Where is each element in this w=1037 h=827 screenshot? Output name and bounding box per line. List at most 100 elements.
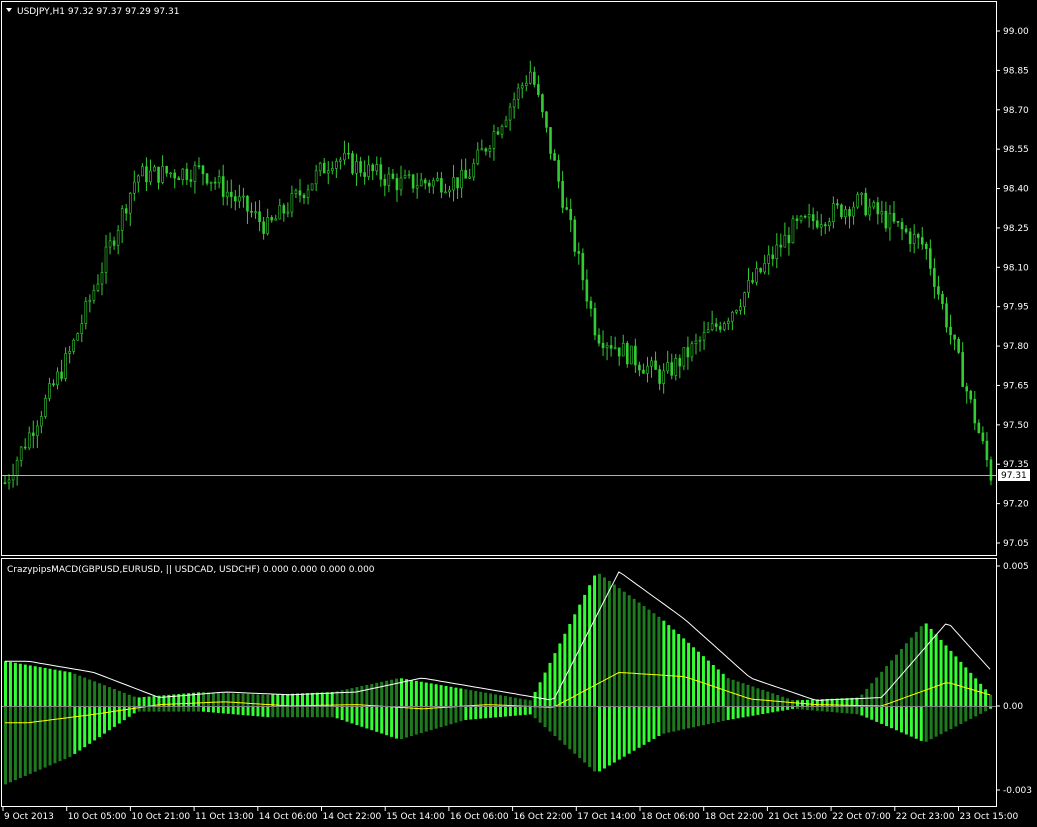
histogram-bar-negative xyxy=(593,706,597,772)
histogram-bar-positive xyxy=(23,664,27,706)
histogram-bar-negative xyxy=(429,706,433,731)
histogram-bar-negative xyxy=(103,706,106,734)
histogram-bar-positive xyxy=(33,666,37,706)
histogram-bar-negative xyxy=(642,706,646,745)
histogram-bar-positive xyxy=(226,693,230,706)
histogram-bar-positive xyxy=(291,693,295,706)
histogram-bar-negative xyxy=(647,706,651,742)
price-tick-label: 97.80 xyxy=(1003,342,1029,352)
histogram-bar-negative xyxy=(731,706,735,720)
histogram-bar-positive xyxy=(885,666,889,706)
histogram-bar-negative xyxy=(370,706,374,731)
histogram-bar-negative xyxy=(726,706,730,720)
histogram-bar-negative xyxy=(4,706,7,785)
histogram-bar-positive xyxy=(414,680,418,706)
histogram-bar-negative xyxy=(568,706,572,750)
time-tick-label: 10 Oct 21:00 xyxy=(131,812,190,822)
histogram-bar-positive xyxy=(142,696,146,706)
candle xyxy=(957,336,960,355)
histogram-bar-negative xyxy=(484,706,488,719)
histogram-bar-positive xyxy=(974,678,978,706)
histogram-bar-positive xyxy=(607,580,611,706)
histogram-bar-negative xyxy=(469,706,473,720)
histogram-bar-negative xyxy=(716,706,720,723)
histogram-bar-positive xyxy=(48,668,52,706)
histogram-bar-positive xyxy=(741,683,745,706)
histogram-bar-negative xyxy=(434,706,438,729)
candle xyxy=(351,150,354,176)
histogram-bar-positive xyxy=(865,688,869,706)
histogram-bar-positive xyxy=(523,699,527,706)
histogram-bar-positive xyxy=(127,694,131,706)
histogram-bar-positive xyxy=(518,698,522,706)
histogram-bar-positive xyxy=(934,634,938,706)
histogram-bar-positive xyxy=(706,660,710,706)
histogram-bar-positive xyxy=(325,692,329,706)
histogram-bar-negative xyxy=(706,706,710,725)
histogram-bar-positive xyxy=(543,672,547,706)
histogram-bar-positive xyxy=(83,677,87,706)
histogram-bar-positive xyxy=(984,689,988,706)
histogram-bar-positive xyxy=(805,699,809,706)
histogram-bar-positive xyxy=(528,700,532,706)
time-tick-label: 22 Oct 23:00 xyxy=(896,812,955,822)
histogram-bar-negative xyxy=(875,706,879,722)
histogram-bar-negative xyxy=(682,706,686,730)
histogram-bar-negative xyxy=(865,706,869,718)
histogram-bar-positive xyxy=(533,691,537,706)
histogram-bar-positive xyxy=(206,692,210,706)
histogram-bar-negative xyxy=(8,706,12,783)
histogram-bar-positive xyxy=(8,662,12,706)
histogram-bar-negative xyxy=(13,706,17,781)
histogram-bar-negative xyxy=(721,706,725,721)
histogram-bar-negative xyxy=(400,706,403,740)
histogram-bar-positive xyxy=(404,679,408,706)
histogram-bar-negative xyxy=(340,706,344,721)
histogram-bar-positive xyxy=(335,691,339,706)
histogram-bar-negative xyxy=(246,706,250,716)
histogram-bar-positive xyxy=(137,697,141,706)
histogram-bar-negative xyxy=(73,706,77,754)
histogram-bar-negative xyxy=(489,706,493,718)
histogram-bar-negative xyxy=(281,706,285,718)
histogram-bar-negative xyxy=(444,706,448,726)
histogram-bar-negative xyxy=(325,706,329,718)
histogram-bar-negative xyxy=(558,706,562,741)
histogram-bar-positive xyxy=(370,683,374,706)
time-tick-label: 17 Oct 14:00 xyxy=(577,812,636,822)
histogram-bar-negative xyxy=(553,706,557,736)
chart-window[interactable]: USDJPY,H1 97.32 97.37 97.29 97.31 Crazyp… xyxy=(0,0,1037,823)
histogram-bar-positive xyxy=(107,687,111,706)
histogram-bar-positive xyxy=(939,639,943,706)
histogram-bar-negative xyxy=(18,706,22,779)
histogram-bar-negative xyxy=(929,706,933,740)
histogram-bar-positive xyxy=(875,677,879,706)
histogram-bar-positive xyxy=(627,595,631,706)
histogram-bar-positive xyxy=(538,682,542,706)
histogram-bar-negative xyxy=(701,706,705,726)
histogram-bar-positive xyxy=(320,692,324,706)
histogram-bar-positive xyxy=(53,669,57,706)
chart-canvas[interactable]: USDJPY,H1 97.32 97.37 97.29 97.31 Crazyp… xyxy=(0,0,1037,823)
histogram-bar-negative xyxy=(736,706,740,719)
histogram-bar-positive xyxy=(989,694,993,706)
histogram-bar-positive xyxy=(583,594,587,706)
histogram-bar-positive xyxy=(18,663,22,706)
histogram-bar-negative xyxy=(904,706,908,735)
time-tick-label: 16 Oct 06:00 xyxy=(450,812,509,822)
time-tick-label: 23 Oct 15:00 xyxy=(960,812,1019,822)
histogram-bar-positive xyxy=(736,681,740,706)
histogram-bar-negative xyxy=(607,706,611,766)
histogram-bar-positive xyxy=(88,679,92,706)
histogram-bar-negative xyxy=(241,706,245,716)
histogram-bar-positive xyxy=(598,573,601,706)
histogram-bar-negative xyxy=(890,706,894,729)
histogram-bar-positive xyxy=(43,667,47,706)
histogram-bar-positive xyxy=(211,692,215,706)
histogram-bar-positive xyxy=(919,626,923,706)
histogram-bar-positive xyxy=(766,691,770,706)
histogram-bar-positive xyxy=(924,623,928,706)
histogram-bar-negative xyxy=(375,706,379,732)
histogram-bar-negative xyxy=(637,706,641,748)
histogram-bar-positive xyxy=(454,687,458,706)
